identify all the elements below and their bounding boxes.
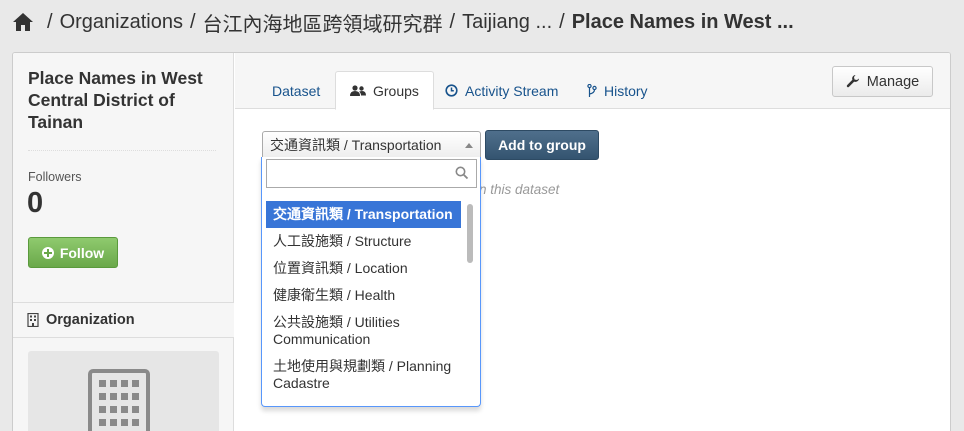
dropdown-option[interactable]: 健康衛生類 / Health [266, 282, 461, 309]
follow-button[interactable]: Follow [28, 237, 118, 268]
breadcrumb-organizations[interactable]: Organizations [60, 11, 183, 34]
dataset-title: Place Names in West Central District of … [28, 68, 203, 132]
tab-dataset[interactable]: Dataset [258, 71, 334, 110]
dropdown-results: 交通資訊類 / Transportation 人工設施類 / Structure… [266, 201, 461, 397]
breadcrumb-organization[interactable]: 台江內海地區跨領域研究群 [203, 8, 443, 37]
empty-groups-message: n this dataset [479, 182, 560, 197]
organization-image[interactable] [28, 351, 219, 431]
clock-icon [445, 84, 458, 97]
chevron-up-icon [465, 143, 473, 148]
manage-button-label: Manage [866, 73, 920, 90]
group-select[interactable]: 交通資訊類 / Transportation [262, 131, 481, 158]
followers-count: 0 [27, 187, 44, 219]
dropdown-search[interactable] [266, 159, 477, 188]
wrench-icon [846, 74, 859, 87]
dropdown-scrollbar[interactable] [467, 204, 473, 263]
dropdown-option[interactable]: 土地使用與規劃類 / Planning Cadastre [266, 353, 461, 397]
divider [28, 150, 216, 151]
breadcrumb-separator: / [559, 10, 565, 33]
tab-activity-stream[interactable]: Activity Stream [431, 71, 572, 110]
tab-activity-stream-label: Activity Stream [465, 82, 559, 99]
search-icon [455, 166, 469, 180]
branch-icon [587, 83, 597, 97]
dropdown-option[interactable]: 交通資訊類 / Transportation [266, 201, 461, 228]
tab-dataset-label: Dataset [272, 82, 321, 99]
follow-button-label: Follow [59, 244, 105, 261]
building-placeholder-icon [88, 369, 150, 431]
dropdown-search-input[interactable] [267, 160, 447, 187]
breadcrumb-separator: / [449, 10, 456, 33]
breadcrumb-collection[interactable]: Taijiang ... [462, 11, 552, 34]
plus-circle-icon [41, 246, 54, 259]
breadcrumb-separator: / [47, 10, 53, 33]
tab-history[interactable]: History [573, 71, 662, 110]
tab-groups-label: Groups [373, 82, 419, 99]
breadcrumb-current-dataset[interactable]: Place Names in West ... [572, 11, 794, 34]
tabs-bar: Dataset Groups Activity Stream History M… [235, 53, 950, 110]
home-icon[interactable] [12, 12, 34, 32]
organization-heading-label: Organization [46, 312, 135, 328]
breadcrumb: / Organizations / 台江內海地區跨領域研究群 / Taijian… [12, 6, 794, 38]
manage-button[interactable]: Manage [832, 66, 933, 97]
organization-heading: Organization [13, 302, 234, 338]
dropdown-option[interactable]: 公共設施類 / Utilities Communication [266, 309, 461, 353]
add-to-group-button[interactable]: Add to group [485, 130, 599, 160]
add-to-group-label: Add to group [498, 137, 586, 153]
building-icon [27, 313, 39, 327]
sidebar: Place Names in West Central District of … [13, 53, 234, 431]
group-select-dropdown: 交通資訊類 / Transportation 人工設施類 / Structure… [261, 157, 481, 407]
users-icon [350, 84, 366, 96]
dropdown-option[interactable]: 位置資訊類 / Location [266, 255, 461, 282]
dropdown-option[interactable]: 人工設施類 / Structure [266, 228, 461, 255]
tab-history-label: History [604, 82, 648, 99]
breadcrumb-separator: / [189, 10, 196, 33]
followers-label: Followers [28, 170, 82, 184]
tab-groups[interactable]: Groups [335, 71, 434, 110]
group-select-value: 交通資訊類 / Transportation [270, 136, 442, 153]
page-wrapper: Place Names in West Central District of … [12, 52, 951, 431]
